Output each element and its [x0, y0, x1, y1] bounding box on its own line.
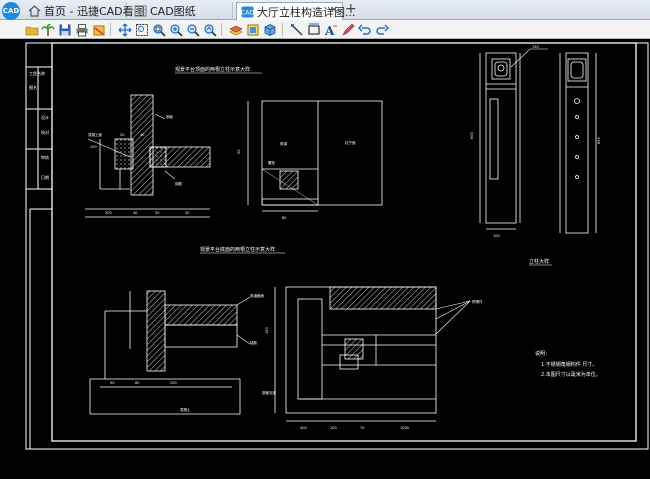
rect-icon[interactable] — [306, 22, 321, 37]
note-2: 2.本图尺寸以毫米为单位。 — [541, 371, 601, 378]
tab-cad-drawings[interactable]: CAD图纸 — [130, 2, 233, 20]
detail-top-left — [85, 94, 211, 218]
svg-text:工程名称: 工程名称 — [29, 70, 45, 76]
svg-text:50: 50 — [155, 211, 159, 215]
svg-text:校对: 校对 — [41, 129, 49, 135]
cad-drawing: 工程名称 图名 设计 校对 审核 日期 观景平台顶面的两根立柱示意大样 混凝土面 — [25, 42, 649, 450]
clip-icon[interactable] — [91, 22, 106, 37]
zoom-extents-icon[interactable] — [151, 22, 166, 37]
label-rebar: 钢筋 — [175, 181, 182, 186]
zoom-in-icon[interactable] — [168, 22, 183, 37]
svg-text:日期: 日期 — [41, 174, 49, 180]
label-concrete-base: 混凝土 — [180, 407, 191, 412]
home-icon — [28, 5, 41, 17]
undo-icon[interactable] — [357, 22, 372, 37]
title-top-left: 观景平台顶面的两根立柱示意大样 — [175, 66, 250, 73]
zoom-window-icon[interactable] — [134, 22, 149, 37]
sheet-frame — [25, 42, 649, 450]
cad-file-icon: CAD — [241, 6, 254, 18]
svg-text:30: 30 — [185, 211, 189, 215]
text-icon[interactable]: A — [323, 22, 338, 37]
toolbar: A — [0, 20, 650, 39]
svg-text:CAD: CAD — [241, 9, 254, 16]
svg-text:50: 50 — [237, 150, 241, 154]
notes: 说明： 1.不锈钢角钢构件 尺寸。 2.本图尺寸以毫米为单位。 — [535, 350, 601, 378]
svg-text:100: 100 — [90, 145, 97, 149]
tab-label: 大厅立柱构造详图... — [257, 5, 356, 19]
svg-text:40: 40 — [140, 133, 144, 137]
column-elevation-2 — [559, 52, 597, 234]
svg-text:150: 150 — [265, 327, 269, 334]
open-folder-icon[interactable] — [24, 22, 39, 37]
print-icon[interactable] — [74, 22, 89, 37]
label-angle-section: 角钢截面 — [250, 293, 264, 298]
svg-text:600: 600 — [470, 132, 474, 139]
zoom-out-icon[interactable] — [185, 22, 200, 37]
label-angle-steel: 角钢 — [280, 141, 288, 146]
label-steel-plate: 钢板 — [166, 114, 173, 119]
label-embedded-part: 预埋件 — [472, 299, 483, 304]
svg-text:300: 300 — [105, 211, 112, 215]
block-icon[interactable] — [245, 22, 260, 37]
palm-tree-icon[interactable] — [40, 22, 55, 37]
label-anchor: 锚筋 — [250, 340, 258, 345]
svg-text:20: 20 — [120, 133, 124, 137]
tab-active-drawing[interactable]: CAD 大厅立柱构造详图... ✕ — [236, 2, 356, 20]
cube-icon[interactable] — [262, 22, 277, 37]
drawing-canvas[interactable]: 工程名称 图名 设计 校对 审核 日期 观景平台顶面的两根立柱示意大样 混凝土面 — [0, 39, 650, 479]
svg-text:400: 400 — [300, 426, 307, 430]
svg-text:40: 40 — [133, 211, 137, 215]
grid-icon — [134, 5, 147, 17]
svg-text:100: 100 — [330, 426, 337, 430]
label-column-face: 柱子面 — [345, 140, 356, 145]
zoom-previous-icon[interactable] — [202, 22, 217, 37]
svg-text:70: 70 — [360, 426, 364, 430]
redo-icon[interactable] — [374, 22, 389, 37]
detail-top-middle — [247, 100, 383, 212]
title-block-text: 工程名称 图名 设计 校对 审核 日期 — [29, 70, 49, 180]
pen-icon[interactable] — [340, 22, 355, 37]
svg-text:60: 60 — [135, 381, 139, 385]
title-right: 立柱大样 — [529, 258, 549, 265]
svg-text:850: 850 — [597, 137, 601, 144]
detail-bottom-left — [89, 290, 251, 415]
title-bottom-left: 观景平台底面的两根立柱示意大样 — [200, 246, 275, 253]
svg-text:1000: 1000 — [400, 426, 409, 430]
tab-bar: CAD 首页 - 迅捷CAD看图 CAD图纸 CAD 大厅立柱构造详图... ✕… — [0, 0, 650, 20]
label-steel-tube-support: 钢管支座 — [262, 390, 276, 395]
notes-title: 说明： — [535, 350, 550, 357]
detail-bottom-middle — [274, 286, 471, 422]
note-1: 1.不锈钢角钢构件 尺寸。 — [541, 361, 597, 368]
close-tab-icon[interactable]: ✕ — [330, 5, 338, 16]
column-elevation-1 — [479, 48, 548, 230]
tab-label: CAD图纸 — [150, 5, 196, 18]
svg-text:200: 200 — [170, 381, 177, 385]
svg-text:设计: 设计 — [41, 114, 49, 120]
svg-text:图名: 图名 — [29, 84, 37, 90]
label-concrete: 混凝土面 — [88, 132, 102, 137]
app-logo[interactable]: CAD — [2, 2, 20, 20]
save-icon[interactable] — [57, 22, 72, 37]
svg-text:80: 80 — [282, 216, 286, 220]
svg-text:审核: 审核 — [41, 154, 49, 160]
svg-text:150: 150 — [532, 45, 539, 49]
line-icon[interactable] — [289, 22, 304, 37]
pan-icon[interactable] — [117, 22, 132, 37]
layer-icon[interactable] — [228, 22, 243, 37]
svg-text:100: 100 — [493, 234, 500, 238]
svg-text:50: 50 — [110, 381, 114, 385]
new-tab-button[interactable]: + — [345, 1, 357, 17]
tab-home[interactable]: 首页 - 迅捷CAD看图 — [24, 2, 145, 20]
label-bolt: 螺栓 — [268, 160, 276, 165]
